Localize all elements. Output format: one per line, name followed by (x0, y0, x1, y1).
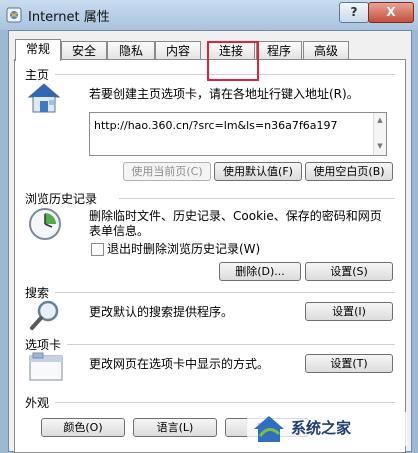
tab-content[interactable]: 内容 (155, 41, 201, 60)
history-description-line2: 表单信息。 (89, 224, 150, 238)
internet-options-icon (6, 7, 22, 23)
colors-button[interactable]: 颜色(O) (41, 418, 125, 437)
delete-history-button[interactable]: 删除(D)... (219, 262, 301, 281)
home-icon (27, 83, 61, 113)
tabs-settings-button[interactable]: 设置(T) (305, 354, 393, 373)
homepage-section-title: 主页 (25, 68, 50, 82)
tab-general[interactable]: 常规 (15, 39, 61, 61)
homepage-description: 若要创建主页选项卡，请在各地址行键入地址(R)。 (89, 87, 359, 101)
tabs-description: 更改网页在选项卡中显示的方式。 (89, 357, 270, 371)
search-divider (55, 292, 395, 293)
appearance-section-title: 外观 (25, 396, 50, 410)
history-description-line1: 删除临时文件、历史记录、Cookie、保存的密码和网页 (89, 209, 382, 223)
appearance-divider (55, 402, 395, 403)
use-default-button[interactable]: 使用默认值(F) (214, 162, 302, 181)
tabs-section-title: 选项卡 (25, 338, 62, 352)
title-bar: Internet 属性 ? X (0, 0, 418, 30)
languages-button[interactable]: 语言(L) (133, 418, 217, 437)
house-logo-icon (254, 416, 284, 442)
scroll-up-icon: ▲ (377, 116, 383, 124)
delete-on-exit-checkbox[interactable] (91, 243, 104, 256)
general-tab-panel: 主页 若要创建主页选项卡，请在各地址行键入地址(R)。 http://hao.3… (14, 59, 406, 453)
tab-programs[interactable]: 程序 (256, 41, 302, 60)
history-clock-icon (29, 208, 61, 240)
tab-security[interactable]: 安全 (61, 41, 107, 60)
homepage-url-text: http://hao.360.cn/?src=lm&ls=n36a7f6a197 (94, 119, 338, 132)
dialog-body: 常规 安全 隐私 内容 连接 程序 高级 主页 若要创建主页选项卡，请在各地址行… (8, 30, 412, 453)
history-settings-button[interactable]: 设置(S) (305, 262, 393, 281)
homepage-url-field[interactable]: http://hao.360.cn/?src=lm&ls=n36a7f6a197… (89, 112, 387, 156)
scroll-down-icon: ▼ (377, 142, 383, 150)
use-current-button[interactable]: 使用当前页(C) (123, 162, 211, 181)
site-watermark: 系统之家 (247, 411, 407, 447)
connections-tab-highlight (207, 41, 259, 81)
tabbed-window-icon (29, 352, 63, 381)
magnifier-icon (30, 300, 59, 330)
window-title: Internet 属性 (28, 10, 110, 25)
history-divider (119, 198, 395, 199)
history-section-title: 浏览历史记录 (25, 192, 98, 206)
help-button[interactable]: ? (339, 2, 369, 23)
url-scrollbar[interactable]: ▲ ▼ (373, 113, 386, 155)
close-button[interactable]: X (368, 2, 414, 23)
watermark-text: 系统之家 (291, 419, 352, 437)
tab-advanced[interactable]: 高级 (303, 41, 349, 60)
use-blank-button[interactable]: 使用空白页(B) (305, 162, 393, 181)
search-settings-button[interactable]: 设置(I) (305, 302, 393, 321)
search-description: 更改默认的搜索提供程序。 (89, 305, 234, 319)
tab-privacy[interactable]: 隐私 (107, 41, 155, 60)
tabs-divider (67, 344, 395, 345)
delete-on-exit-label: 退出时删除浏览历史记录(W) (107, 242, 261, 256)
